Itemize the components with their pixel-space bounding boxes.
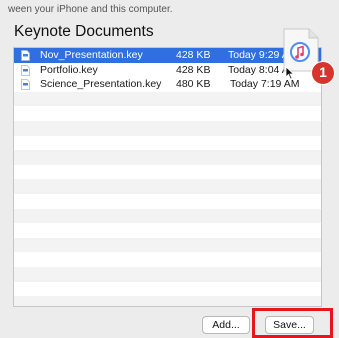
empty-row xyxy=(14,223,321,238)
keynote-file-icon xyxy=(21,50,30,61)
empty-row xyxy=(14,179,321,194)
file-date: Today 8:04 A xyxy=(228,63,289,76)
mouse-cursor-icon xyxy=(285,66,295,80)
empty-row xyxy=(14,194,321,209)
file-list[interactable]: Nov_Presentation.key 428 KB Today 9:29 A… xyxy=(13,47,322,307)
empty-row xyxy=(14,165,321,180)
file-name: Portfolio.key xyxy=(40,63,98,76)
empty-row xyxy=(14,296,321,306)
empty-row xyxy=(14,120,321,136)
file-row[interactable]: Science_Presentation.key 480 KB Today 7:… xyxy=(14,77,321,92)
empty-row xyxy=(14,91,321,107)
file-name: Science_Presentation.key xyxy=(40,78,162,91)
file-size: 428 KB xyxy=(176,49,211,61)
empty-row xyxy=(14,252,321,267)
empty-row xyxy=(14,150,321,165)
file-name: Nov_Presentation.key xyxy=(40,49,143,61)
empty-row xyxy=(14,208,321,224)
save-button[interactable]: Save... xyxy=(265,316,314,334)
keynote-file-icon xyxy=(21,64,30,76)
step-badge: 1 xyxy=(311,61,335,85)
intro-text: ween your iPhone and this computer. xyxy=(8,4,173,15)
empty-row xyxy=(14,266,321,282)
empty-row xyxy=(14,136,321,151)
empty-row xyxy=(14,237,321,253)
empty-row xyxy=(14,282,321,297)
file-size: 480 KB xyxy=(176,78,211,91)
keynote-file-icon xyxy=(21,79,30,91)
add-button[interactable]: Add... xyxy=(202,316,250,334)
section-title: Keynote Documents xyxy=(14,23,154,40)
file-date: Today 9:29 A xyxy=(228,49,289,61)
file-size: 428 KB xyxy=(176,63,211,76)
file-row[interactable]: Portfolio.key 428 KB Today 8:04 A xyxy=(14,63,321,78)
empty-row xyxy=(14,106,321,121)
file-row[interactable]: Nov_Presentation.key 428 KB Today 9:29 A xyxy=(14,48,321,63)
